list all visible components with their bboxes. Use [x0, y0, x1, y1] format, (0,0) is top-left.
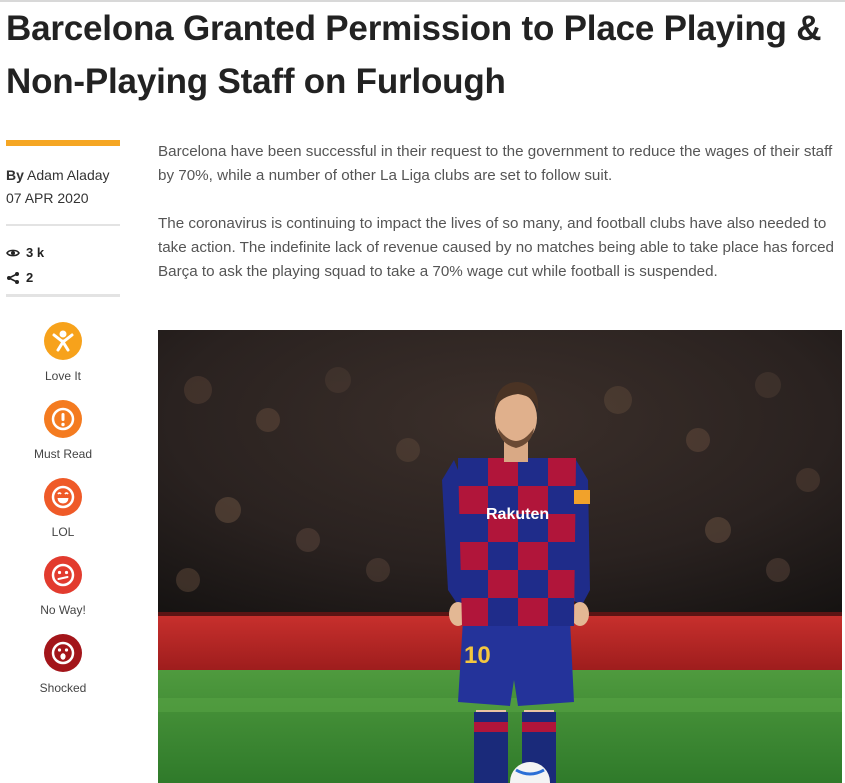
views-count: 3 k	[26, 245, 45, 260]
article-sidebar: By Adam Aladay 07 APR 2020 3 k 2	[6, 140, 120, 297]
reaction-label: Love It	[44, 369, 82, 383]
article-title: Barcelona Granted Permission to Place Pl…	[6, 9, 822, 101]
reaction-love-it[interactable]: Love It	[22, 322, 104, 400]
shocked-icon	[44, 634, 82, 672]
reaction-label: LOL	[51, 525, 75, 539]
love-it-icon	[44, 322, 82, 360]
byline: By Adam Aladay 07 APR 2020	[6, 164, 120, 210]
reaction-label: Must Read	[33, 447, 93, 461]
share-icon	[7, 271, 19, 284]
eye-icon	[6, 249, 20, 256]
article-paragraph: The coronavirus is continuing to impact …	[158, 215, 834, 280]
publish-date: 07 APR 2020	[6, 190, 89, 206]
reaction-lol[interactable]: LOL	[22, 478, 104, 556]
accent-bar	[6, 140, 120, 146]
reactions-list: Love It Must Read LOL No Way! Shocked	[22, 322, 104, 712]
no-way-icon	[44, 556, 82, 594]
divider	[6, 294, 120, 297]
author-link[interactable]: Adam Aladay	[27, 167, 110, 183]
player-photo: 10 Rakuten	[158, 330, 842, 783]
shares-stat[interactable]: 2	[6, 265, 120, 290]
reaction-must-read[interactable]: Must Read	[22, 400, 104, 478]
must-read-icon	[44, 400, 82, 438]
lol-icon	[44, 478, 82, 516]
views-stat: 3 k	[6, 240, 120, 265]
reaction-label: No Way!	[40, 603, 86, 617]
reaction-shocked[interactable]: Shocked	[22, 634, 104, 712]
byline-prefix: By	[6, 167, 24, 183]
article-body: Barcelona have been successful in their …	[158, 140, 838, 308]
article-paragraph: Barcelona have been successful in their …	[158, 143, 833, 184]
article-stats: 3 k 2	[6, 240, 120, 290]
divider	[6, 224, 120, 226]
shares-count: 2	[26, 270, 34, 285]
shirt-sponsor: Rakuten	[486, 506, 549, 523]
reaction-label: Shocked	[39, 681, 87, 695]
shorts-number: 10	[464, 642, 491, 669]
article-hero-image: 10 Rakuten	[158, 330, 842, 783]
reaction-no-way[interactable]: No Way!	[22, 556, 104, 634]
